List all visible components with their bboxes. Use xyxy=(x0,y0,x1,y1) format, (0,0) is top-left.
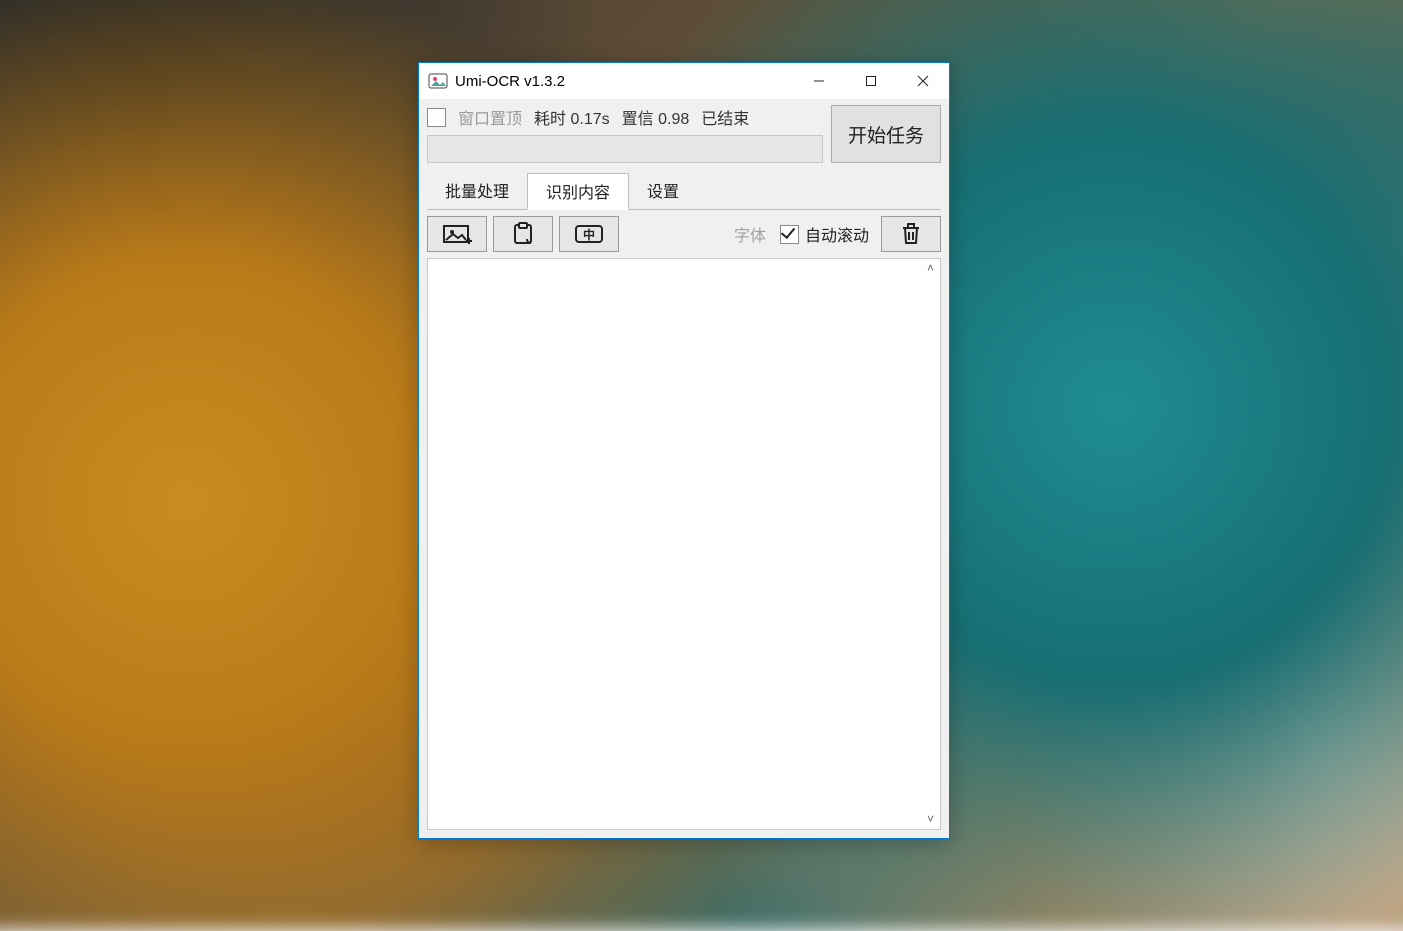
confidence-label: 置信 0.98 xyxy=(622,105,690,129)
close-button[interactable] xyxy=(897,63,949,99)
time-label: 耗时 0.17s xyxy=(534,105,610,129)
output-textarea[interactable]: ˄ ˅ xyxy=(427,258,941,830)
minimize-button[interactable] xyxy=(793,63,845,99)
delete-button[interactable] xyxy=(881,216,941,252)
status-line: 窗口置顶 耗时 0.17s 置信 0.98 已结束 xyxy=(427,105,823,129)
clipboard-button[interactable] xyxy=(493,216,553,252)
tabs: 批量处理 识别内容 设置 xyxy=(427,173,941,210)
progress-bar xyxy=(427,135,823,163)
scroll-down-icon[interactable]: ˅ xyxy=(923,812,938,827)
auto-scroll-toggle[interactable]: 自动滚动 xyxy=(780,222,869,246)
auto-scroll-label: 自动滚动 xyxy=(805,222,869,246)
pin-checkbox[interactable] xyxy=(427,108,446,127)
app-window: Umi-OCR v1.3.2 窗口置顶 耗时 0.17s 置信 0.98 已结束… xyxy=(418,62,950,839)
scroll-up-icon[interactable]: ˄ xyxy=(923,261,938,276)
top-row: 窗口置顶 耗时 0.17s 置信 0.98 已结束 开始任务 xyxy=(419,99,949,163)
app-icon xyxy=(428,71,448,91)
ocr-text-button[interactable]: 中 xyxy=(559,216,619,252)
maximize-button[interactable] xyxy=(845,63,897,99)
screenshot-button[interactable] xyxy=(427,216,487,252)
font-label[interactable]: 字体 xyxy=(734,222,766,246)
titlebar[interactable]: Umi-OCR v1.3.2 xyxy=(419,63,949,99)
tab-batch[interactable]: 批量处理 xyxy=(427,173,527,209)
window-title: Umi-OCR v1.3.2 xyxy=(455,73,565,90)
tab-recognize[interactable]: 识别内容 xyxy=(527,173,629,210)
start-task-button[interactable]: 开始任务 xyxy=(831,105,941,163)
state-label: 已结束 xyxy=(701,105,749,129)
toolbar: 中 字体 自动滚动 xyxy=(427,216,941,252)
tab-settings[interactable]: 设置 xyxy=(629,173,697,209)
svg-text:中: 中 xyxy=(583,227,595,242)
pin-label: 窗口置顶 xyxy=(458,105,522,129)
auto-scroll-checkbox[interactable] xyxy=(780,225,799,244)
